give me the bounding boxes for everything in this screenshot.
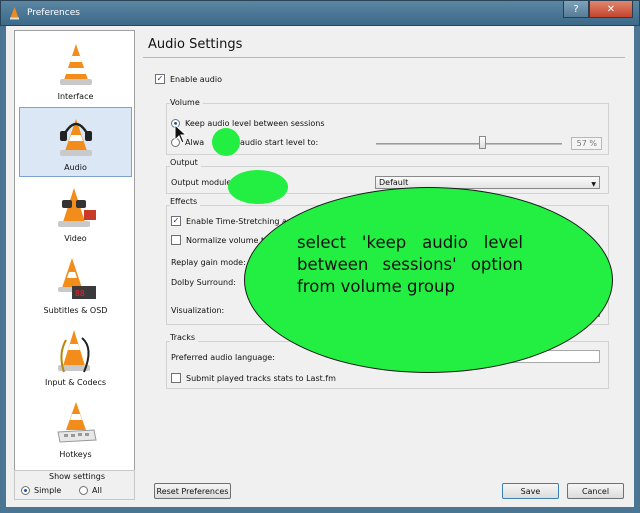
category-sidebar: Interface Audio Video 88 Subtitles & OSD…: [14, 30, 135, 500]
replay-gain-label: Replay gain mode:: [171, 258, 246, 267]
checkbox-label: Enable Time-Stretching au: [186, 216, 292, 226]
chevron-down-icon: ▼: [591, 181, 596, 188]
checkbox-label: Normalize volume to: [186, 235, 270, 245]
cancel-button[interactable]: Cancel: [567, 483, 624, 499]
highlight-dot: [212, 128, 240, 156]
window-title: Preferences: [27, 8, 80, 18]
radio-label: Keep audio level between sessions: [185, 119, 325, 128]
normalize-volume-checkbox[interactable]: Normalize volume to: [171, 235, 269, 245]
save-button[interactable]: Save: [502, 483, 559, 499]
start-level-spinbox[interactable]: 57 %: [571, 137, 602, 150]
slider-thumb[interactable]: [479, 136, 487, 149]
instruction-text: select 'keep audio level between session…: [297, 233, 523, 296]
help-button[interactable]: ?: [563, 1, 589, 18]
show-settings-title: Show settings: [49, 472, 106, 481]
radio-label: All: [92, 486, 102, 495]
sidebar-item-label: Audio: [64, 163, 87, 172]
instruction-callout: select 'keep audio level between session…: [244, 187, 613, 373]
checkbox-icon: [171, 235, 181, 245]
sidebar-item-audio[interactable]: Audio: [19, 107, 132, 177]
keep-level-radio[interactable]: Keep audio level between sessions: [171, 119, 325, 128]
sidebar-item-label: Subtitles & OSD: [43, 306, 108, 315]
clock-cone-icon: 88: [57, 258, 96, 299]
submit-lastfm-checkbox[interactable]: Submit played tracks stats to Last.fm: [171, 373, 336, 383]
effects-group-title: Effects: [170, 197, 201, 206]
start-level-slider[interactable]: [376, 143, 562, 145]
radio-label: Simple: [34, 486, 62, 495]
sidebar-item-input-codecs[interactable]: Input & Codecs: [19, 321, 132, 391]
close-button[interactable]: ✕: [589, 1, 633, 18]
checkbox-icon: [171, 373, 181, 383]
sidebar-item-label: Video: [64, 234, 87, 243]
sidebar-item-hotkeys[interactable]: Hotkeys: [19, 393, 132, 463]
show-simple-radio[interactable]: Simple: [21, 486, 61, 495]
preferred-language-label: Preferred audio language:: [171, 353, 275, 362]
glasses-cone-icon: [57, 188, 96, 227]
select-value: Default: [379, 178, 409, 187]
sidebar-item-video[interactable]: Video: [19, 177, 132, 247]
vlc-cone-icon: [59, 44, 92, 85]
sidebar-item-label: Hotkeys: [59, 450, 92, 459]
show-settings-group: Show settings Simple All: [14, 470, 135, 500]
time-stretching-checkbox[interactable]: ✓ Enable Time-Stretching au: [171, 216, 292, 226]
sidebar-item-interface[interactable]: Interface: [19, 35, 132, 105]
volume-group-title: Volume: [170, 98, 203, 107]
output-module-label: Output module: [171, 178, 232, 187]
sidebar-item-label: Input & Codecs: [44, 378, 107, 387]
dolby-surround-label: Dolby Surround:: [171, 278, 236, 287]
headphones-cone-icon: [59, 119, 92, 156]
keyboard-cone-icon: [56, 402, 97, 443]
show-all-radio[interactable]: All: [79, 486, 102, 495]
reset-preferences-button[interactable]: Reset Preferences: [154, 483, 231, 499]
radio-label-end: audio start level to:: [240, 138, 319, 147]
enable-audio-checkbox[interactable]: ✓ Enable audio: [155, 74, 222, 84]
radio-icon: [79, 486, 88, 495]
page-title: Audio Settings: [148, 37, 243, 52]
output-group-title: Output: [170, 158, 201, 167]
title-divider: [143, 57, 625, 58]
vlc-app-icon: [10, 7, 19, 20]
radio-icon: [21, 486, 30, 495]
highlight-dot: [228, 170, 288, 204]
cable-cone-icon: [57, 330, 90, 373]
sidebar-item-label: Interface: [57, 92, 94, 101]
title-bar: Preferences ? ✕: [0, 0, 640, 26]
sidebar-item-subtitles[interactable]: 88 Subtitles & OSD: [19, 249, 132, 319]
visualization-label: Visualization:: [171, 306, 225, 315]
mouse-cursor-icon: [174, 124, 188, 144]
checkbox-icon: ✓: [171, 216, 181, 226]
checkbox-icon: ✓: [155, 74, 165, 84]
checkbox-label: Submit played tracks stats to Last.fm: [186, 373, 336, 383]
tracks-group-title: Tracks: [170, 333, 199, 342]
checkbox-label: Enable audio: [170, 74, 222, 84]
svg-text:88: 88: [75, 289, 85, 298]
